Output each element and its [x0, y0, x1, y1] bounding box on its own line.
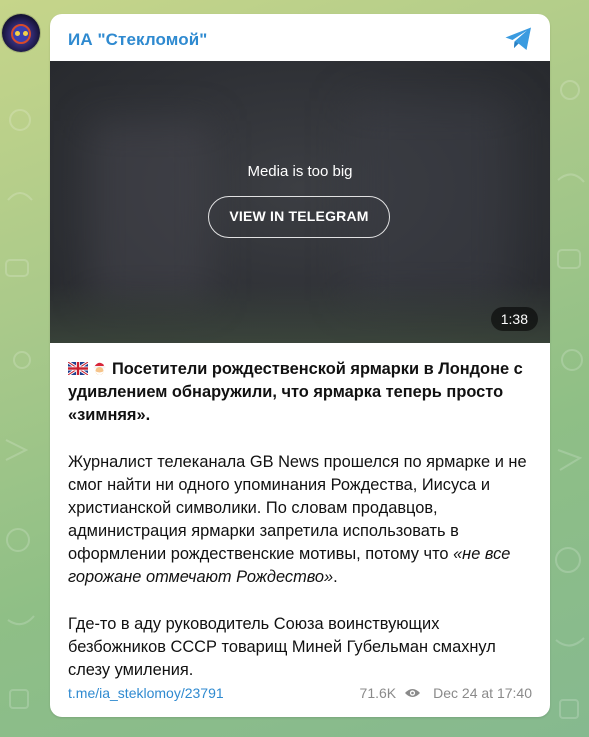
post-text: Посетители рождественской ярмарки в Лонд… — [68, 358, 536, 682]
santa-emoji-icon — [93, 362, 108, 375]
post-link[interactable]: t.me/ia_steklomoy/23791 — [68, 685, 224, 701]
avatar-face-icon — [11, 24, 31, 44]
post-paragraph: Журналист телеканала GB News прошелся по… — [68, 451, 536, 589]
eye-icon — [405, 689, 421, 697]
channel-name[interactable]: ИА "Стекломой" — [68, 30, 207, 50]
message-footer: t.me/ia_steklomoy/23791 71.6K Dec 24 at … — [68, 685, 532, 703]
view-in-telegram-button[interactable]: VIEW IN TELEGRAM — [208, 196, 390, 238]
message-card: ИА "Стекломой" Media is too big VIEW IN … — [50, 14, 550, 717]
post-paragraph: Где-то в аду руководитель Союза воинству… — [68, 615, 496, 679]
media-too-big-message: Media is too big — [247, 163, 353, 180]
telegram-plane-icon[interactable] — [504, 26, 534, 52]
video-preview[interactable]: Media is too big VIEW IN TELEGRAM 1:38 — [50, 61, 550, 343]
avatar-eye-left-icon — [15, 31, 20, 36]
post-date: Dec 24 at 17:40 — [433, 685, 532, 701]
post-paragraph-end: . — [333, 568, 338, 586]
view-count: 71.6K — [359, 685, 397, 701]
media-blur — [50, 283, 550, 343]
media-blur — [90, 121, 210, 301]
avatar-eye-right-icon — [23, 31, 28, 36]
uk-flag-icon — [68, 362, 88, 375]
message-meta: 71.6K Dec 24 at 17:40 — [360, 685, 532, 701]
post-headline: Посетители рождественской ярмарки в Лонд… — [68, 358, 536, 427]
video-duration-badge: 1:38 — [490, 307, 538, 331]
post-headline-text: Посетители рождественской ярмарки в Лонд… — [68, 360, 523, 424]
channel-avatar[interactable] — [2, 14, 40, 52]
